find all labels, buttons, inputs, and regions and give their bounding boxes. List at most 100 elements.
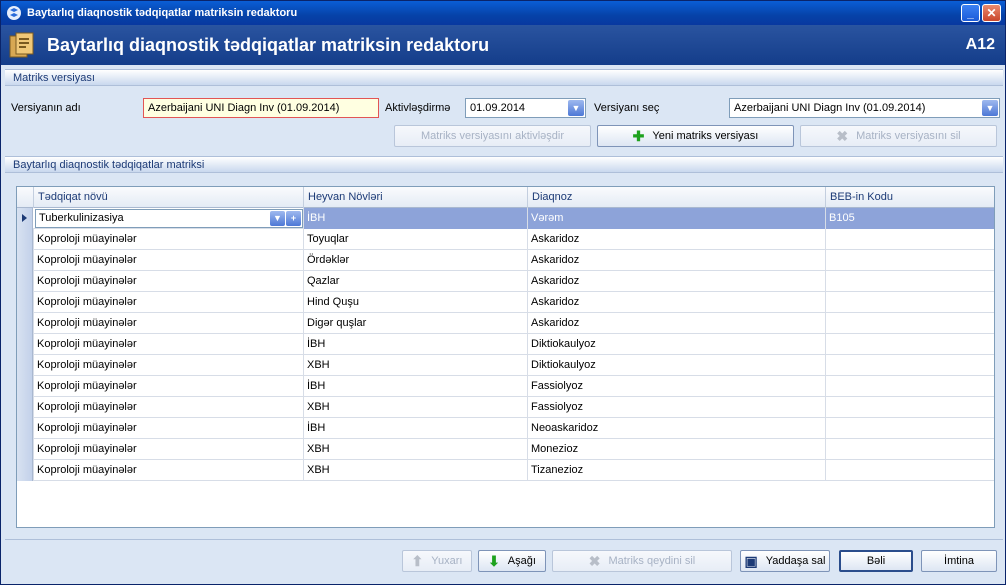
row-selector[interactable] — [17, 229, 33, 250]
beb-code-cell[interactable]: B105 — [825, 208, 994, 229]
move-up-button[interactable]: ⬆ Yuxarı — [402, 550, 472, 572]
animal-species-cell[interactable]: Digər quşlar — [303, 313, 527, 334]
version-select-dropdown[interactable]: Azerbaijani UNI Diagn Inv (01.09.2014) ▼ — [729, 98, 1000, 118]
table-row[interactable]: Tuberkulinizasiya ▼ + İBH Vərəm B105 — [17, 208, 994, 229]
diagnosis-cell[interactable]: Askaridoz — [527, 271, 825, 292]
table-row[interactable]: Koproloji müayinələr Hind Quşu Askaridoz — [17, 292, 994, 313]
test-type-cell[interactable]: Koproloji müayinələr — [33, 313, 303, 334]
delete-version-button[interactable]: ✖ Matriks versiyasını sil — [800, 125, 997, 147]
row-selector[interactable] — [17, 250, 33, 271]
cancel-button[interactable]: İmtina — [921, 550, 997, 572]
activate-version-button[interactable]: Matriks versiyasını aktivləşdir — [394, 125, 591, 147]
animal-species-cell[interactable]: İBH — [303, 334, 527, 355]
test-type-cell[interactable]: Koproloji müayinələr — [33, 439, 303, 460]
table-row[interactable]: Koproloji müayinələr XBH Fassiolyoz — [17, 397, 994, 418]
beb-code-cell[interactable] — [825, 313, 994, 334]
table-row[interactable]: Koproloji müayinələr XBH Diktiokaulyoz — [17, 355, 994, 376]
delete-record-button[interactable]: ✖ Matriks qeydini sil — [552, 550, 732, 572]
chevron-down-icon[interactable]: ▼ — [568, 100, 584, 116]
animal-species-cell[interactable]: Toyuqlar — [303, 229, 527, 250]
test-type-cell[interactable]: Koproloji müayinələr — [33, 229, 303, 250]
animal-species-cell[interactable]: İBH — [303, 376, 527, 397]
beb-code-cell[interactable] — [825, 376, 994, 397]
table-row[interactable]: Koproloji müayinələr Digər quşlar Askari… — [17, 313, 994, 334]
table-row[interactable]: Koproloji müayinələr İBH Diktiokaulyoz — [17, 334, 994, 355]
column-header-animal-species[interactable]: Heyvan Növləri — [303, 187, 527, 208]
test-type-cell[interactable]: Koproloji müayinələr — [33, 376, 303, 397]
table-row[interactable]: Koproloji müayinələr Qazlar Askaridoz — [17, 271, 994, 292]
beb-code-cell[interactable] — [825, 271, 994, 292]
beb-code-cell[interactable] — [825, 439, 994, 460]
row-selector[interactable] — [17, 355, 33, 376]
beb-code-cell[interactable] — [825, 229, 994, 250]
test-type-cell[interactable]: Koproloji müayinələr — [33, 292, 303, 313]
add-icon[interactable]: + — [286, 211, 301, 226]
diagnosis-cell[interactable]: Monezioz — [527, 439, 825, 460]
beb-code-cell[interactable] — [825, 250, 994, 271]
test-type-cell[interactable]: Koproloji müayinələr — [33, 271, 303, 292]
row-selector[interactable] — [17, 271, 33, 292]
diagnosis-cell[interactable]: Askaridoz — [527, 250, 825, 271]
animal-species-cell[interactable]: İBH — [303, 418, 527, 439]
beb-code-cell[interactable] — [825, 418, 994, 439]
test-type-cell[interactable]: Koproloji müayinələr — [33, 418, 303, 439]
diagnosis-cell[interactable]: Diktiokaulyoz — [527, 355, 825, 376]
animal-species-cell[interactable]: XBH — [303, 397, 527, 418]
diagnosis-cell[interactable]: Tizanezioz — [527, 460, 825, 481]
row-selector[interactable] — [17, 208, 33, 229]
matrix-grid[interactable]: Tədqiqat növü Heyvan Növləri Diaqnoz BEB… — [16, 186, 995, 528]
table-row[interactable]: Koproloji müayinələr İBH Fassiolyoz — [17, 376, 994, 397]
animal-species-cell[interactable]: Hind Quşu — [303, 292, 527, 313]
row-selector[interactable] — [17, 460, 33, 481]
test-type-editor[interactable]: Tuberkulinizasiya ▼ + — [35, 209, 303, 228]
diagnosis-cell[interactable]: Diktiokaulyoz — [527, 334, 825, 355]
animal-species-cell[interactable]: İBH — [303, 208, 527, 229]
beb-code-cell[interactable] — [825, 397, 994, 418]
beb-code-cell[interactable] — [825, 355, 994, 376]
minimize-button[interactable]: _ — [961, 4, 980, 22]
diagnosis-cell[interactable]: Vərəm — [527, 208, 825, 229]
diagnosis-cell[interactable]: Fassiolyoz — [527, 397, 825, 418]
version-name-field[interactable]: Azerbaijani UNI Diagn Inv (01.09.2014) — [143, 98, 379, 118]
animal-species-cell[interactable]: Qazlar — [303, 271, 527, 292]
table-row[interactable]: Koproloji müayinələr XBH Monezioz — [17, 439, 994, 460]
table-row[interactable]: Koproloji müayinələr Ördəklər Askaridoz — [17, 250, 994, 271]
chevron-down-icon[interactable]: ▼ — [270, 211, 285, 226]
test-type-cell[interactable]: Koproloji müayinələr — [33, 250, 303, 271]
table-row[interactable]: Koproloji müayinələr XBH Tizanezioz — [17, 460, 994, 481]
row-selector[interactable] — [17, 313, 33, 334]
animal-species-cell[interactable]: XBH — [303, 439, 527, 460]
test-type-cell[interactable]: Koproloji müayinələr — [33, 397, 303, 418]
column-header-beb-code[interactable]: BEB-in Kodu — [825, 187, 994, 208]
move-down-button[interactable]: ⬇ Aşağı — [478, 550, 546, 572]
column-header-test-type[interactable]: Tədqiqat növü — [33, 187, 303, 208]
chevron-down-icon[interactable]: ▼ — [982, 100, 998, 116]
diagnosis-cell[interactable]: Askaridoz — [527, 313, 825, 334]
test-type-cell[interactable]: Koproloji müayinələr — [33, 334, 303, 355]
row-selector[interactable] — [17, 292, 33, 313]
test-type-cell[interactable]: Koproloji müayinələr — [33, 460, 303, 481]
activation-date-field[interactable]: 01.09.2014 ▼ — [465, 98, 586, 118]
row-selector[interactable] — [17, 418, 33, 439]
close-button[interactable]: ✕ — [982, 4, 1001, 22]
animal-species-cell[interactable]: XBH — [303, 460, 527, 481]
row-selector[interactable] — [17, 376, 33, 397]
beb-code-cell[interactable] — [825, 292, 994, 313]
row-selector[interactable] — [17, 334, 33, 355]
row-selector[interactable] — [17, 397, 33, 418]
diagnosis-cell[interactable]: Askaridoz — [527, 229, 825, 250]
diagnosis-cell[interactable]: Neoaskaridoz — [527, 418, 825, 439]
beb-code-cell[interactable] — [825, 334, 994, 355]
beb-code-cell[interactable] — [825, 460, 994, 481]
animal-species-cell[interactable]: Ördəklər — [303, 250, 527, 271]
animal-species-cell[interactable]: XBH — [303, 355, 527, 376]
diagnosis-cell[interactable]: Fassiolyoz — [527, 376, 825, 397]
test-type-cell[interactable]: Koproloji müayinələr — [33, 355, 303, 376]
table-row[interactable]: Koproloji müayinələr İBH Neoaskaridoz — [17, 418, 994, 439]
column-header-diagnosis[interactable]: Diaqnoz — [527, 187, 825, 208]
table-row[interactable]: Koproloji müayinələr Toyuqlar Askaridoz — [17, 229, 994, 250]
row-selector[interactable] — [17, 439, 33, 460]
save-button[interactable]: ▣ Yaddaşa sal — [740, 550, 830, 572]
new-version-button[interactable]: ✚ Yeni matriks versiyası — [597, 125, 794, 147]
diagnosis-cell[interactable]: Askaridoz — [527, 292, 825, 313]
